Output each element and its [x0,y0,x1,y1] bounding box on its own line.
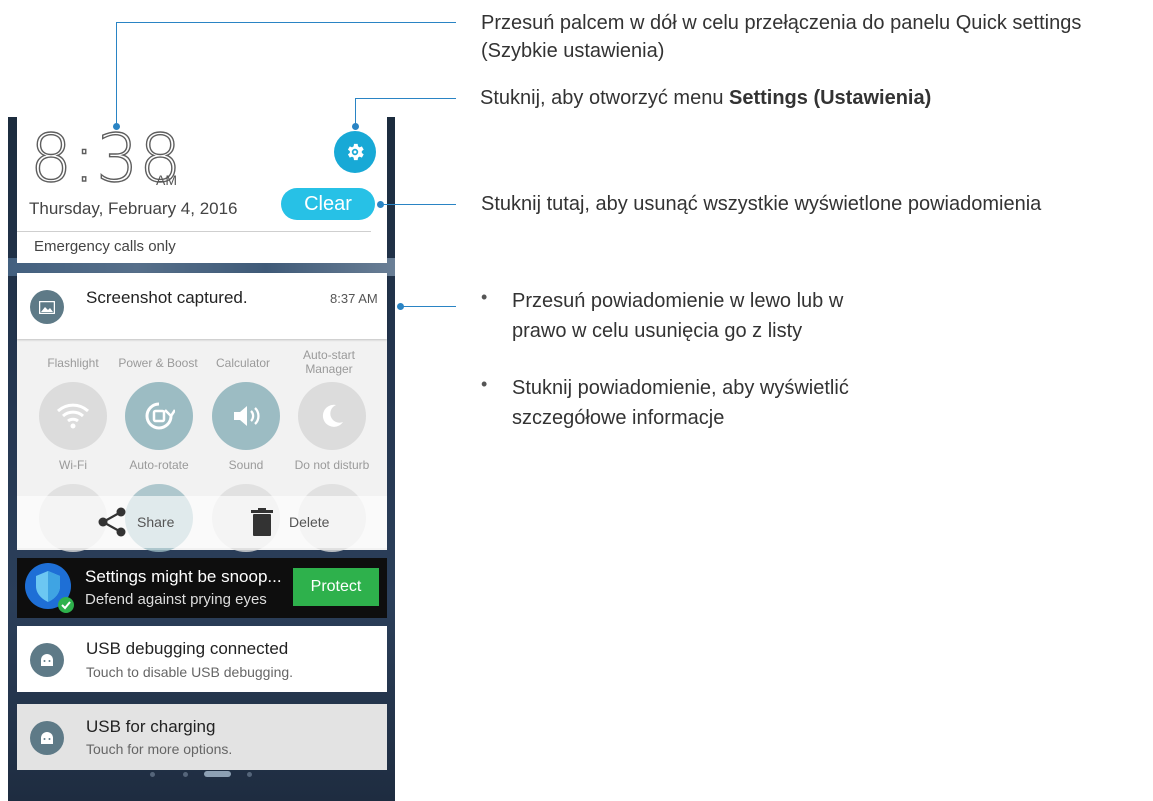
screenshot-notification[interactable]: Screenshot captured. 8:37 AM [17,273,387,339]
callout-tap-line1: Stuknij powiadomienie, aby wyświetlić [512,377,849,399]
share-button[interactable]: Share [137,514,174,530]
delete-button[interactable]: Delete [289,514,329,530]
notification-actions: Share Delete [17,496,387,548]
ad-title: Settings might be snoop... [85,567,282,586]
wifi-toggle[interactable] [39,382,107,450]
qs-label-calculator[interactable]: Calculator [198,356,288,370]
page-dot-active [204,771,231,777]
qs-label-flashlight[interactable]: Flashlight [28,356,118,370]
usb-debugging-notification[interactable]: USB debugging connected Touch to disable… [17,626,387,692]
callout-clear: Stuknij tutaj, aby usunąć wszystkie wyśw… [481,193,1042,215]
page-dot [183,772,188,777]
callout-quick-settings-line1: Przesuń palcem w dół w celu przełączenia… [481,12,1082,34]
trash-icon[interactable] [251,508,273,536]
callout-line [400,306,456,307]
emergency-calls-text: Emergency calls only [34,238,176,255]
moon-icon [322,404,343,427]
callout-settings-bold: Settings (Ustawienia) [729,87,932,109]
clock-ampm: AM [156,172,177,188]
settings-button[interactable] [334,131,376,173]
page-dot [247,772,252,777]
qs-label-auto-start[interactable]: Auto-start Manager [286,348,372,376]
qs-label-power-boost[interactable]: Power & Boost [113,356,203,370]
callout-settings: Stuknij, aby otworzyć menu Settings (Ust… [480,84,931,112]
screenshot-title: Screenshot captured. [86,288,248,307]
auto-rotate-toggle[interactable] [125,382,193,450]
usb-charging-notification[interactable]: USB for charging Touch for more options. [17,704,387,770]
callout-tap-line2: szczegółowe informacje [512,407,725,429]
android-icon [30,721,64,755]
shield-icon [25,563,74,613]
usb-debugging-title: USB debugging connected [86,639,289,658]
date-text: Thursday, February 4, 2016 [29,199,238,218]
qs-label-sound[interactable]: Sound [201,458,291,472]
sound-toggle[interactable] [212,382,280,450]
callout-settings-text: Stuknij, aby otworzyć menu [480,87,729,109]
gear-icon [347,143,364,161]
callout-swipe-line2: prawo w celu usunięcia go z listy [512,320,803,342]
wifi-icon [56,403,90,429]
callout-line [116,22,456,23]
header-divider [17,231,371,232]
callout-line [355,98,456,99]
ad-subtitle: Defend against prying eyes [85,591,267,608]
do-not-disturb-toggle[interactable] [298,382,366,450]
protect-button[interactable]: Protect [293,568,379,606]
screenshot-time: 8:37 AM [330,291,378,306]
qs-label-wifi[interactable]: Wi-Fi [28,458,118,472]
usb-charging-subtitle: Touch for more options. [86,741,233,757]
bullet-marker: • [481,374,488,394]
bullet-marker: • [481,287,488,307]
callout-line [116,22,117,126]
qs-label-auto-rotate[interactable]: Auto-rotate [114,458,204,472]
callout-quick-settings-line2: (Szybkie ustawienia) [481,40,665,62]
auto-rotate-icon [145,402,175,430]
image-icon [30,290,64,324]
clear-button[interactable]: Clear [281,188,375,220]
callout-swipe-line1: Przesuń powiadomienie w lewo lub w [512,290,844,312]
page-dot [150,772,155,777]
android-icon [30,643,64,677]
callout-line [380,204,456,205]
callout-line [355,98,356,126]
sound-icon [234,406,260,426]
qs-label-do-not-disturb[interactable]: Do not disturb [287,458,377,472]
usb-charging-title: USB for charging [86,717,216,736]
share-icon[interactable] [97,507,127,537]
usb-debugging-subtitle: Touch to disable USB debugging. [86,664,294,680]
